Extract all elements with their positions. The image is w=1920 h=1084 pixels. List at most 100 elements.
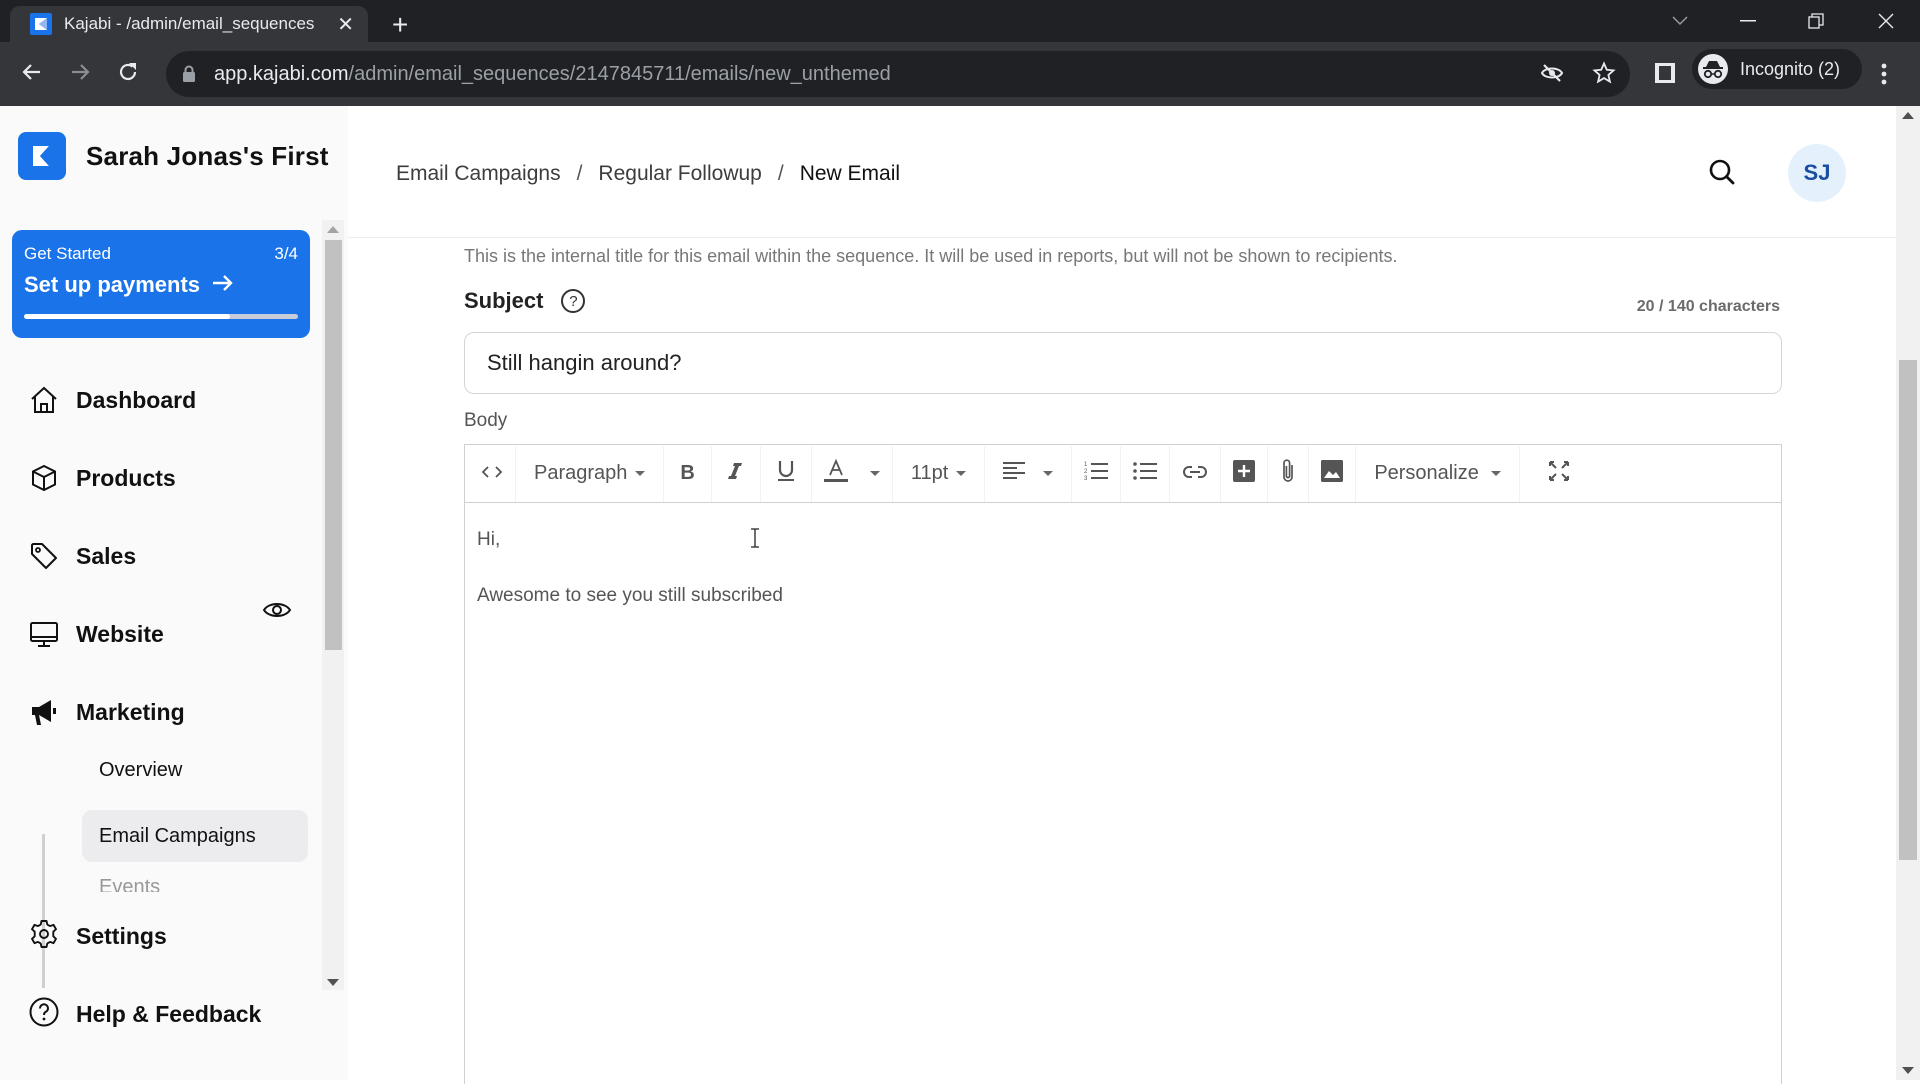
sidebar-subitem-email-campaigns[interactable]: Email Campaigns <box>82 810 308 862</box>
tag-icon <box>28 540 60 572</box>
scroll-up-arrow-icon[interactable] <box>327 226 339 233</box>
box-icon <box>28 462 60 494</box>
insert-link-button[interactable] <box>1170 445 1222 502</box>
onboarding-cta[interactable]: Set up payments <box>24 272 234 298</box>
subject-char-count: 20 / 140 characters <box>1636 298 1780 315</box>
avatar[interactable]: SJ <box>1788 144 1846 202</box>
onboarding-count: 3/4 <box>274 244 298 263</box>
browser-menu-icon[interactable] <box>1880 62 1888 91</box>
home-icon <box>28 384 60 416</box>
chevron-down-icon <box>635 471 646 476</box>
source-code-button[interactable] <box>469 445 516 502</box>
personalize-label: Personalize <box>1374 462 1479 484</box>
onboarding-progress <box>24 314 298 319</box>
sidebar-subitem-overview[interactable]: Overview <box>82 744 308 796</box>
insert-block-button[interactable] <box>1221 445 1269 502</box>
close-window-button[interactable] <box>1858 0 1914 42</box>
brand-name: Sarah Jonas's First <box>86 140 329 171</box>
sidebar-item-website[interactable]: Website <box>28 614 164 654</box>
onboarding-card[interactable]: Get Started 3/4 Set up payments <box>12 230 310 338</box>
italic-icon <box>727 462 744 486</box>
breadcrumb-email-campaigns[interactable]: Email Campaigns <box>396 162 561 186</box>
onboarding-cta-label: Set up payments <box>24 272 201 297</box>
chevron-down-icon <box>1043 471 1054 476</box>
help-question-icon[interactable]: ? <box>561 289 586 313</box>
scrollbar-thumb[interactable] <box>1899 360 1917 860</box>
restore-button[interactable] <box>1788 0 1844 42</box>
sidebar-nav: Get Started 3/4 Set up payments Dashboar… <box>0 220 348 990</box>
browser-tabstrip: Kajabi - /admin/email_sequences ✕ + <box>0 0 1920 42</box>
rich-text-editor: Paragraph B 11pt 1 2 3 Personalize Hi, A… <box>464 444 1782 1084</box>
megaphone-icon <box>28 696 60 728</box>
editor-content[interactable]: Hi, Awesome to see you still subscribed <box>465 503 1781 667</box>
scroll-down-arrow-icon[interactable] <box>327 979 339 986</box>
browser-tab[interactable]: Kajabi - /admin/email_sequences ✕ <box>10 6 368 42</box>
italic-button[interactable] <box>712 445 761 502</box>
text-color-icon <box>823 458 848 489</box>
text-color-dropdown[interactable] <box>812 445 893 502</box>
numbered-list-button[interactable]: 123 <box>1072 445 1122 502</box>
breadcrumb-regular-followup[interactable]: Regular Followup <box>598 162 761 186</box>
page-scrollbar[interactable] <box>1896 106 1920 1080</box>
sidebar-item-products[interactable]: Products <box>28 458 176 498</box>
browser-toolbar: app.kajabi.com/admin/email_sequences/214… <box>0 42 1920 106</box>
subitem-label: Events <box>99 876 161 892</box>
reload-button[interactable] <box>116 60 140 89</box>
sidebar-subitem-events[interactable]: Events <box>82 876 308 892</box>
bookmark-star-icon[interactable] <box>1592 61 1616 90</box>
tab-search-icon[interactable] <box>1652 0 1708 42</box>
underline-icon <box>777 460 795 488</box>
brand[interactable]: Sarah Jonas's First <box>18 132 329 180</box>
block-format-dropdown[interactable]: Paragraph <box>516 445 665 502</box>
address-bar[interactable]: app.kajabi.com/admin/email_sequences/214… <box>166 51 1630 97</box>
kajabi-favicon-icon <box>30 13 52 35</box>
bullet-list-button[interactable] <box>1121 445 1171 502</box>
gear-icon <box>28 918 60 955</box>
insert-image-button[interactable] <box>1309 445 1357 502</box>
subject-value: Still hangin around? <box>487 350 682 375</box>
bullet-list-icon <box>1133 460 1158 488</box>
subject-label: Subject ? <box>464 288 586 314</box>
incognito-profile-button[interactable]: Incognito (2) <box>1692 49 1862 89</box>
tab-title: Kajabi - /admin/email_sequences <box>64 14 315 33</box>
sidebar-scrollbar[interactable] <box>322 220 344 990</box>
attach-file-button[interactable] <box>1268 445 1310 502</box>
sidebar-item-dashboard[interactable]: Dashboard <box>28 380 196 420</box>
underline-button[interactable] <box>761 445 812 502</box>
chevron-down-icon <box>869 471 880 476</box>
image-icon <box>1321 459 1344 488</box>
sidebar: Sarah Jonas's First Get Started 3/4 Set … <box>0 106 348 1080</box>
search-icon[interactable] <box>1708 158 1736 191</box>
fullscreen-button[interactable] <box>1520 446 1598 502</box>
sidebar-item-help[interactable]: Help & Feedback <box>28 994 261 1034</box>
font-size-dropdown[interactable]: 11pt <box>893 445 986 502</box>
sidebar-item-label: Marketing <box>76 698 185 725</box>
breadcrumb-current: New Email <box>799 162 901 185</box>
back-button[interactable] <box>20 60 44 89</box>
sidebar-item-label: Help & Feedback <box>76 1000 262 1027</box>
scroll-up-arrow-icon[interactable] <box>1902 112 1914 119</box>
forward-button[interactable] <box>68 60 92 89</box>
personalize-dropdown[interactable]: Personalize <box>1356 445 1520 502</box>
sidebar-item-sales[interactable]: Sales <box>28 536 136 576</box>
sidebar-item-settings[interactable]: Settings <box>28 916 167 956</box>
bold-button[interactable]: B <box>664 445 712 502</box>
body-label: Body <box>464 410 508 431</box>
sidebar-item-label: Sales <box>76 542 137 569</box>
title-hint-text: This is the internal title for this emai… <box>464 246 1398 266</box>
minimize-button[interactable] <box>1720 0 1776 42</box>
tab-close-icon[interactable]: ✕ <box>337 12 354 37</box>
expand-icon <box>1548 460 1570 488</box>
align-dropdown[interactable] <box>985 445 1073 502</box>
svg-text:1: 1 <box>1084 462 1088 468</box>
tracking-blocked-icon[interactable] <box>1540 61 1564 90</box>
preview-website-eye-icon[interactable] <box>262 600 292 625</box>
monitor-icon <box>28 618 60 650</box>
new-tab-button[interactable]: + <box>392 8 408 42</box>
numbered-list-icon: 123 <box>1084 460 1109 488</box>
sidebar-item-marketing[interactable]: Marketing <box>28 692 185 732</box>
subject-input[interactable]: Still hangin around? <box>464 332 1782 394</box>
side-panel-icon[interactable] <box>1654 62 1676 89</box>
scroll-down-arrow-icon[interactable] <box>1902 1067 1914 1074</box>
scrollbar-thumb[interactable] <box>325 240 342 650</box>
